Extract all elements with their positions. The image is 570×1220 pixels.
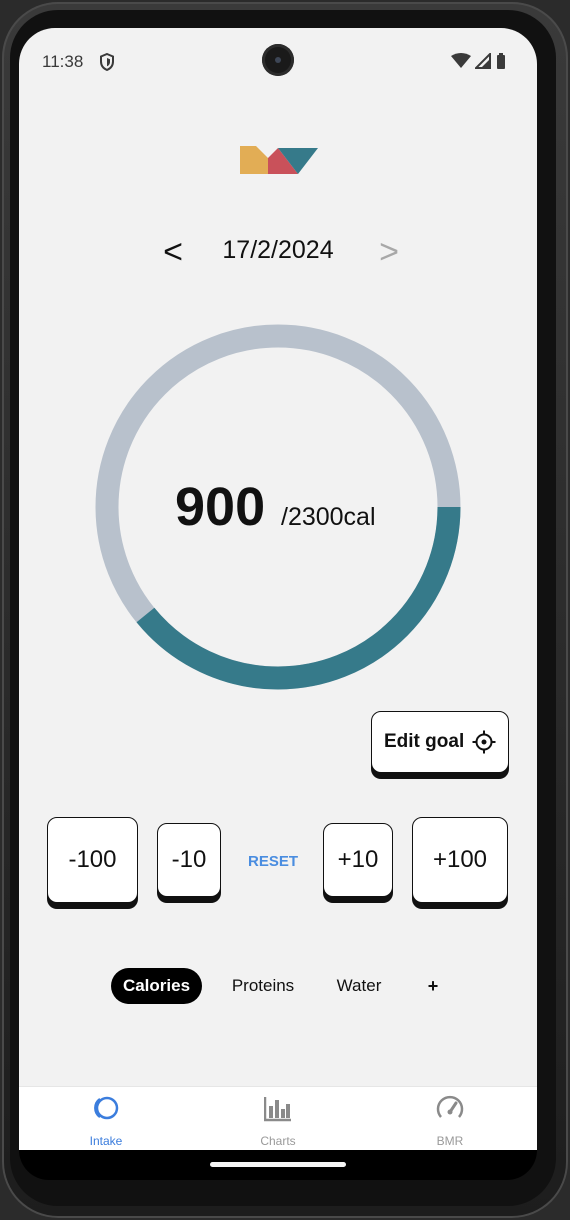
nav-intake-label: Intake [89, 1134, 123, 1148]
cell-signal-icon [473, 51, 491, 74]
minus-100-button[interactable]: -100 [47, 817, 138, 903]
plus-10-button[interactable]: +10 [323, 823, 393, 897]
intake-ring-icon [92, 1095, 120, 1128]
next-day-button[interactable]: > [369, 232, 409, 272]
current-date: 17/2/2024 [222, 236, 334, 264]
calorie-intake-value: 900 [175, 477, 266, 537]
nav-bmr[interactable]: BMR [400, 1095, 500, 1150]
home-gesture-pill[interactable] [210, 1162, 346, 1167]
minus-10-button[interactable]: -10 [157, 823, 221, 897]
tab-proteins[interactable]: Proteins [223, 968, 303, 1004]
add-tracker-button[interactable]: + [419, 968, 447, 1004]
tab-water[interactable]: Water [329, 968, 389, 1004]
battery-icon [495, 52, 507, 75]
bar-chart-icon [263, 1095, 292, 1128]
nav-charts-label: Charts [260, 1134, 296, 1148]
nav-bmr-label: BMR [436, 1134, 464, 1148]
speedometer-icon [436, 1095, 464, 1128]
status-time: 11:38 [42, 52, 84, 71]
previous-day-button[interactable]: < [153, 232, 193, 272]
app-screen: 11:38 < 17/2/2024 > 900 /2300cal Edit go… [19, 28, 537, 1150]
bottom-navigation: Intake Charts BMR [19, 1086, 537, 1150]
nav-intake[interactable]: Intake [56, 1095, 156, 1150]
tab-calories[interactable]: Calories [111, 968, 202, 1004]
edit-goal-label: Edit goal [384, 731, 465, 752]
status-icons [451, 51, 507, 75]
edit-goal-button[interactable]: Edit goal [371, 711, 509, 773]
app-logo [240, 144, 318, 179]
calorie-progress-ring [95, 324, 461, 690]
wifi-icon [451, 53, 471, 74]
reset-button[interactable]: RESET [241, 852, 305, 871]
front-camera [262, 44, 294, 76]
shield-icon [99, 52, 115, 76]
calorie-goal-text: /2300cal [281, 503, 376, 531]
plus-100-button[interactable]: +100 [412, 817, 508, 903]
target-icon [472, 730, 496, 759]
system-navigation-bar [19, 1150, 537, 1180]
nav-charts[interactable]: Charts [228, 1095, 328, 1150]
